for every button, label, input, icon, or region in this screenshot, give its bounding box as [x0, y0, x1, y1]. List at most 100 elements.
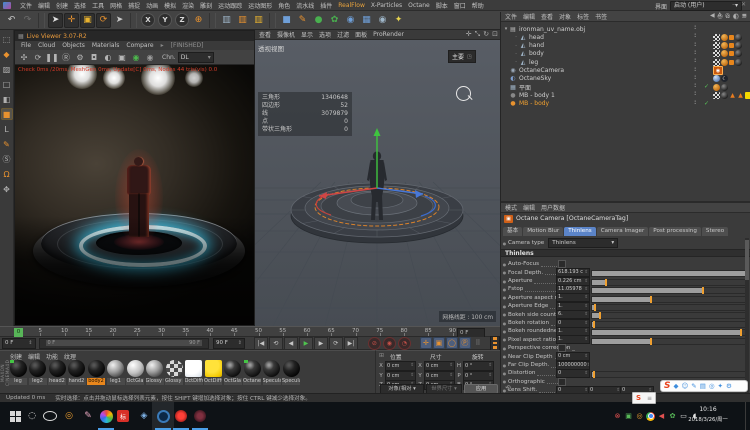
settings-star-icon[interactable]: ✣: [18, 51, 30, 63]
phong-tag-icon[interactable]: [721, 33, 728, 41]
material-tag-icon[interactable]: [735, 42, 742, 50]
parameter-dot-icon[interactable]: ●: [501, 287, 508, 292]
tab-post-processing[interactable]: Post processing: [649, 227, 701, 236]
material-item[interactable]: OctDiffu: [184, 360, 203, 385]
zoom-view-icon[interactable]: ⤡: [475, 30, 481, 39]
texture-paint-icon[interactable]: ✎: [1, 138, 13, 150]
coordinate-field[interactable]: 0 cm ⇕: [424, 361, 455, 371]
menubar-item[interactable]: 动画: [146, 1, 158, 10]
volume-tray-icon[interactable]: ◖: [689, 402, 700, 430]
phong-tag-icon[interactable]: [721, 58, 728, 66]
spinner-icon[interactable]: ⇕: [587, 362, 589, 369]
parameter-dot-icon[interactable]: ●: [501, 346, 508, 351]
end-frame-field[interactable]: 90 F ⇕: [212, 337, 245, 349]
spinner-icon[interactable]: ⇕: [584, 311, 588, 318]
spinner-icon[interactable]: ⇕: [28, 339, 32, 348]
material-item[interactable]: leg: [9, 360, 27, 385]
octane-camera-tag-icon[interactable]: ◉: [713, 66, 723, 75]
object-tree-row[interactable]: ◐ OctaneSky: ☾: [501, 74, 750, 83]
record-parameter-toggle[interactable]: Ⓟ: [458, 337, 471, 349]
play-forward-button[interactable]: ▶: [298, 336, 313, 350]
render-view-icon[interactable]: ▥: [219, 13, 234, 28]
lock-z-icon[interactable]: Z: [175, 13, 189, 27]
autokey-button[interactable]: ◉: [382, 336, 396, 350]
scale-tool-icon[interactable]: ▣: [80, 12, 95, 28]
visibility-dots[interactable]: :: [694, 74, 696, 81]
menubar-item[interactable]: 选择: [74, 1, 86, 10]
uvw-tag-icon[interactable]: [713, 42, 720, 50]
restart-render-icon[interactable]: ⟳: [32, 51, 44, 63]
live-viewer-menu-item[interactable]: Compare: [126, 42, 153, 49]
record-rotation-toggle[interactable]: ◯: [445, 337, 458, 349]
parameter-dot-icon[interactable]: ●: [501, 371, 508, 376]
menubar-item[interactable]: 流水线: [296, 1, 314, 10]
material-item[interactable]: OctDiffu: [204, 360, 222, 385]
material-item[interactable]: Glossy f: [165, 360, 183, 385]
channel-dropdown[interactable]: DL ▾: [177, 51, 214, 63]
timeline-range-slider[interactable]: 0 F 90 F: [38, 337, 209, 349]
object-tree-row[interactable]: ●MB - body 1: ▲▲▲▲▲▲: [501, 90, 750, 99]
window-controls[interactable]: – ✕: [732, 1, 748, 8]
viewport-menu-item[interactable]: 摄像机: [277, 30, 295, 39]
parameter-dot-icon[interactable]: ●: [501, 337, 508, 342]
focus-picker-icon[interactable]: ◉: [130, 51, 142, 63]
menubar-item[interactable]: 工具: [92, 1, 104, 10]
parameter-dot-icon[interactable]: ●: [501, 295, 508, 300]
viewport-canvas[interactable]: 透视视图 主要 ◳ 三角形 1340648 四边形 52 线 3079879 点 0 带状三角形…: [255, 40, 500, 326]
render-settings-icon[interactable]: ▥: [251, 13, 266, 28]
live-selection-icon[interactable]: ➤: [48, 12, 63, 28]
keyframe-selection-button[interactable]: ◔: [397, 336, 411, 350]
camera-tag-chip[interactable]: 主要 ◳: [448, 50, 476, 63]
current-frame-field[interactable]: 0 F ⇕: [2, 337, 36, 349]
live-viewer-menu-item[interactable]: Cloud: [38, 42, 55, 49]
viewport-menu-item[interactable]: ProRender: [373, 31, 404, 38]
back-arrow-icon[interactable]: ◀: [710, 12, 715, 21]
menubar-item[interactable]: 角色: [278, 1, 290, 10]
menubar-item[interactable]: 捕捉: [128, 1, 140, 10]
go-to-end-button[interactable]: ▶|: [343, 336, 358, 350]
menubar-item[interactable]: 编辑: [38, 1, 50, 10]
parameter-checkbox[interactable]: [558, 377, 566, 386]
object-tree-row[interactable]: · ◭ leg:: [501, 57, 750, 66]
coordinate-field[interactable]: 0 cm ⇕: [385, 361, 416, 371]
chrome-tray-icon[interactable]: [645, 402, 656, 430]
object-tree-row[interactable]: ● MB - body: ✓: [501, 99, 750, 108]
visibility-dots[interactable]: :: [694, 66, 696, 73]
keyframe-strip[interactable]: [489, 335, 500, 351]
uvw-tag-icon[interactable]: [713, 91, 720, 99]
voice-input-icon[interactable]: ◆: [673, 382, 678, 390]
spinner-icon[interactable]: ⇕: [410, 362, 414, 370]
previous-frame-button[interactable]: ◀: [283, 336, 298, 350]
uvw-tag-icon[interactable]: [713, 33, 720, 41]
rotate-view-icon[interactable]: ↻: [483, 30, 489, 39]
attribute-menu-item[interactable]: 用户数据: [541, 203, 565, 212]
object-tree-row[interactable]: · ◭ hand:: [501, 41, 750, 50]
material-item[interactable]: head2: [48, 360, 66, 385]
material-item[interactable]: Octane: [243, 360, 261, 385]
parameter-dot-icon[interactable]: ●: [501, 262, 508, 267]
record-keyframe-button[interactable]: ⊘: [367, 336, 381, 350]
lock-y-icon[interactable]: Y: [158, 13, 172, 27]
go-to-start-button[interactable]: |◀: [253, 336, 268, 350]
uvw-tag-icon[interactable]: [713, 58, 720, 66]
menubar-item[interactable]: 文件: [20, 1, 32, 10]
menubar-item[interactable]: 网格: [110, 1, 122, 10]
ime-indicator[interactable]: S ≡: [632, 392, 656, 404]
redo-icon[interactable]: ↷: [20, 13, 35, 28]
search-icon[interactable]: ◎: [709, 382, 715, 390]
kernel-settings-icon[interactable]: ⚙: [74, 51, 86, 63]
menubar-item[interactable]: 模拟: [164, 1, 176, 10]
tab-基本[interactable]: 基本: [503, 227, 523, 236]
last-tool-icon[interactable]: ➤: [112, 13, 127, 28]
camera-pin-icon[interactable]: ◉: [144, 51, 156, 63]
menubar-item[interactable]: 帮助: [472, 1, 484, 10]
floor-plane-icon[interactable]: ▦: [359, 13, 374, 28]
light-icon[interactable]: ✦: [391, 13, 406, 28]
coordinate-field[interactable]: 0 ° ⇕: [463, 370, 494, 381]
menubar-item[interactable]: 创建: [56, 1, 68, 10]
selection-tag-icon[interactable]: ▲: [729, 92, 736, 99]
object-manager-menu-item[interactable]: 书签: [595, 12, 607, 21]
range-track[interactable]: 0 F 90 F: [45, 339, 202, 346]
parameter-checkbox[interactable]: [558, 260, 566, 269]
axis-mode-icon[interactable]: ✥: [1, 183, 13, 195]
